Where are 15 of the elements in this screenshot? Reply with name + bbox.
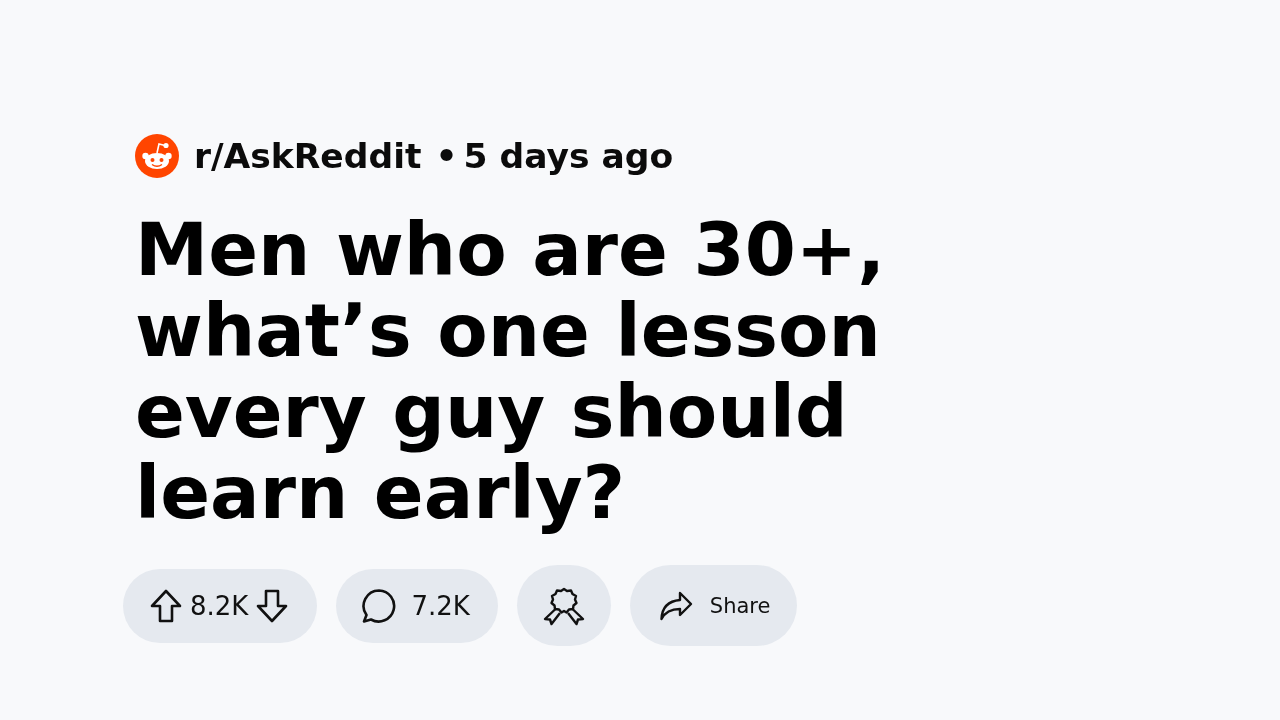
comments-button[interactable]: 7.2K bbox=[336, 568, 498, 643]
rosette-icon bbox=[541, 585, 586, 626]
upvote-button[interactable] bbox=[150, 588, 182, 623]
arrow-up-icon bbox=[150, 588, 182, 623]
downvote-button[interactable] bbox=[256, 588, 289, 623]
arrow-down-icon bbox=[256, 588, 289, 623]
subreddit-link[interactable]: r/AskReddit bbox=[194, 134, 422, 178]
alien-face-icon bbox=[135, 134, 179, 178]
post-title: Men who are 30+, what’s one lesson every guy should learn early? bbox=[135, 209, 887, 533]
share-button[interactable]: Share bbox=[629, 565, 798, 646]
separator: • bbox=[435, 135, 458, 178]
share-icon bbox=[658, 590, 693, 621]
post-age: 5 days ago bbox=[463, 135, 674, 178]
speech-bubble-icon bbox=[361, 587, 398, 624]
vote-count: 8.2K bbox=[190, 590, 249, 621]
